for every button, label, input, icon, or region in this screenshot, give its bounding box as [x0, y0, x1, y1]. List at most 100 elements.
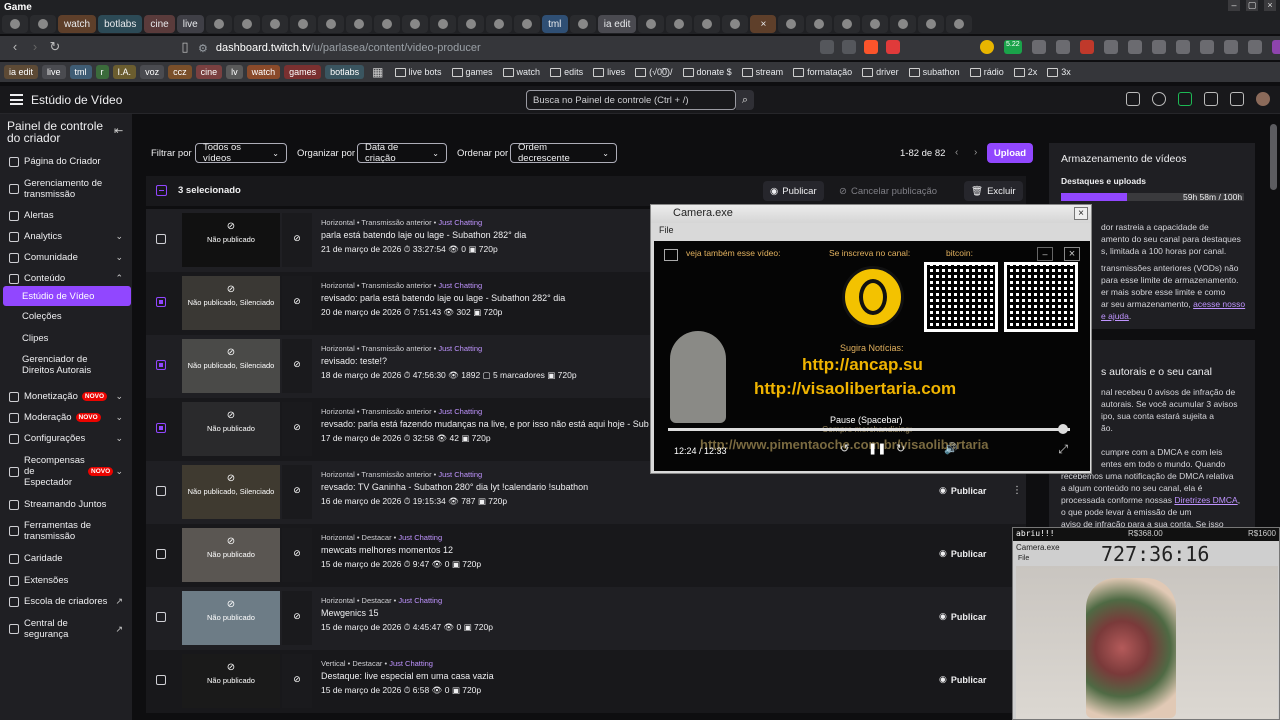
bookmark-item[interactable]: games: [449, 67, 496, 77]
brave-shield-icon[interactable]: [864, 40, 878, 54]
vpn-icon[interactable]: [1247, 40, 1262, 54]
back-icon[interactable]: ‹: [6, 39, 24, 54]
video-thumbnail[interactable]: ⊘ Não publicado: [182, 591, 280, 645]
bookmark-chip[interactable]: live: [42, 65, 66, 79]
browser-tab[interactable]: [778, 15, 805, 33]
help-icon[interactable]: [1152, 92, 1166, 106]
pause-icon[interactable]: ❚❚: [868, 442, 886, 455]
hamburger-menu-icon[interactable]: [10, 94, 23, 105]
video-category[interactable]: Just Chatting: [398, 596, 442, 605]
forward-icon[interactable]: ↻: [896, 442, 905, 455]
upload-button[interactable]: Upload: [987, 143, 1033, 163]
row-checkbox[interactable]: [156, 675, 166, 685]
sidebar-item-video-studio[interactable]: Estúdio de Vídeo: [3, 286, 131, 306]
browser-tab[interactable]: [429, 15, 456, 33]
bookmark-icon[interactable]: ▯: [176, 39, 194, 55]
browser-tab[interactable]: [2, 15, 28, 33]
sidebar-item[interactable]: Configurações ⌄: [0, 433, 132, 444]
stream-manager-icon[interactable]: [1178, 92, 1192, 106]
row-checkbox[interactable]: [156, 360, 166, 370]
browser-tab[interactable]: [806, 15, 833, 33]
video-minimize-icon[interactable]: –: [1037, 247, 1053, 261]
bookmark-item[interactable]: 3x: [1044, 67, 1074, 77]
row-checkbox[interactable]: [156, 612, 166, 622]
seek-handle[interactable]: [1057, 424, 1068, 434]
sidebar-item[interactable]: Analytics ⌄: [0, 231, 132, 242]
select-all-checkbox[interactable]: [156, 185, 167, 196]
browser-tab[interactable]: [30, 15, 56, 33]
video-title[interactable]: Mewgenics 15: [321, 608, 379, 618]
browser-tab[interactable]: [722, 15, 749, 33]
browser-tab[interactable]: tml: [541, 15, 568, 33]
browser-tab[interactable]: live: [176, 15, 204, 33]
apps-grid-icon[interactable]: ▦: [372, 65, 383, 79]
video-thumbnail[interactable]: ⊘ Não publicado: [182, 213, 280, 267]
video-category[interactable]: Just Chatting: [438, 407, 482, 416]
browser-tab[interactable]: [946, 15, 973, 33]
sidebar-item[interactable]: Moderação NOVO ⌄: [0, 412, 132, 423]
extension-icon[interactable]: [1127, 40, 1142, 54]
delete-button[interactable]: 🗑 Excluir: [964, 181, 1023, 201]
browser-tab[interactable]: ×: [750, 15, 777, 33]
browser-tab[interactable]: [666, 15, 693, 33]
video-row[interactable]: ⊘ Não publicado ⊘ Horizontal • Destacar …: [146, 587, 1026, 650]
video-category[interactable]: Just Chatting: [389, 659, 433, 668]
zoom-icon[interactable]: [820, 40, 834, 54]
sidebar-item[interactable]: Caridade: [0, 553, 132, 564]
video-title[interactable]: Destaque: live especial em uma casa vazi…: [321, 671, 494, 681]
browser-tab[interactable]: [918, 15, 945, 33]
more-options-icon[interactable]: ⋮: [1012, 485, 1022, 496]
camera-file-menu[interactable]: File: [659, 225, 674, 235]
sidebar-item[interactable]: Central de segurança ↗: [0, 618, 132, 640]
sidebar-item[interactable]: Streamando Juntos: [0, 499, 132, 510]
rewind-icon[interactable]: ↺: [840, 442, 849, 455]
publish-button[interactable]: ◉ Publicar: [939, 485, 986, 496]
browser-tab[interactable]: [317, 15, 344, 33]
bookmark-chip[interactable]: tml: [69, 65, 92, 79]
bookmark-item[interactable]: live bots: [392, 67, 445, 77]
video-title[interactable]: revisado: teste!?: [321, 356, 387, 366]
browser-tab[interactable]: [457, 15, 484, 33]
camera-close-button[interactable]: ×: [1074, 207, 1088, 220]
browser-tab[interactable]: [233, 15, 260, 33]
video-thumbnail[interactable]: ⊘ Não publicado: [182, 402, 280, 456]
inbox-icon[interactable]: [1204, 92, 1218, 106]
extension-icon[interactable]: [1175, 40, 1190, 54]
whispers-icon[interactable]: [1126, 92, 1140, 106]
browser-tab[interactable]: [289, 15, 316, 33]
publish-button[interactable]: ◉ Publicar: [939, 611, 986, 622]
camera-video[interactable]: veja também esse vídeo: Se inscreva no c…: [654, 241, 1090, 471]
bookmark-chip[interactable]: ia edit: [4, 65, 39, 79]
filter-dropdown[interactable]: Todos os vídeos ⌄: [195, 142, 287, 164]
video-close-icon[interactable]: ×: [1064, 247, 1080, 261]
video-thumbnail[interactable]: ⊘ Não publicado, Silenciado: [182, 465, 280, 519]
row-checkbox[interactable]: [156, 549, 166, 559]
video-title[interactable]: revsado: parla está fazendo mudanças na …: [321, 419, 649, 429]
help-link[interactable]: acesse nosso: [1193, 299, 1245, 309]
bookmark-item[interactable]: rádio: [967, 67, 1007, 77]
bookmark-item[interactable]: 2x: [1011, 67, 1041, 77]
bookmark-chip[interactable]: r: [95, 65, 109, 79]
sidebar-item[interactable]: Monetização NOVO ⌄: [0, 391, 132, 402]
publish-button[interactable]: ◉ Publicar: [939, 674, 986, 685]
order-dropdown[interactable]: Ordem decrescente ⌄: [510, 142, 617, 164]
fullscreen-icon[interactable]: ⤢: [1058, 442, 1068, 457]
help-link-2[interactable]: e ajuda: [1101, 311, 1129, 321]
extension-icon[interactable]: [1055, 40, 1070, 54]
seek-bar[interactable]: [668, 424, 1070, 434]
bulk-publish-button[interactable]: ◉ Publicar: [763, 181, 824, 201]
row-checkbox[interactable]: [156, 423, 166, 433]
browser-tab[interactable]: watch: [58, 15, 97, 33]
row-checkbox[interactable]: [156, 486, 166, 496]
browser-tab[interactable]: [834, 15, 861, 33]
site-info-icon[interactable]: ⚙: [198, 42, 208, 55]
video-title[interactable]: parla está batendo laje ou lage - Subath…: [321, 230, 526, 240]
browser-tab[interactable]: ia edit: [597, 15, 637, 33]
maximize-button[interactable]: ▢: [1246, 0, 1258, 11]
browser-tab[interactable]: [638, 15, 665, 33]
volume-icon[interactable]: 🔊: [944, 442, 958, 455]
rewards-icon[interactable]: [886, 40, 900, 54]
prev-page-icon[interactable]: ‹: [955, 147, 958, 158]
browser-tab[interactable]: [205, 15, 232, 33]
search-icon[interactable]: ⌕: [736, 90, 754, 110]
